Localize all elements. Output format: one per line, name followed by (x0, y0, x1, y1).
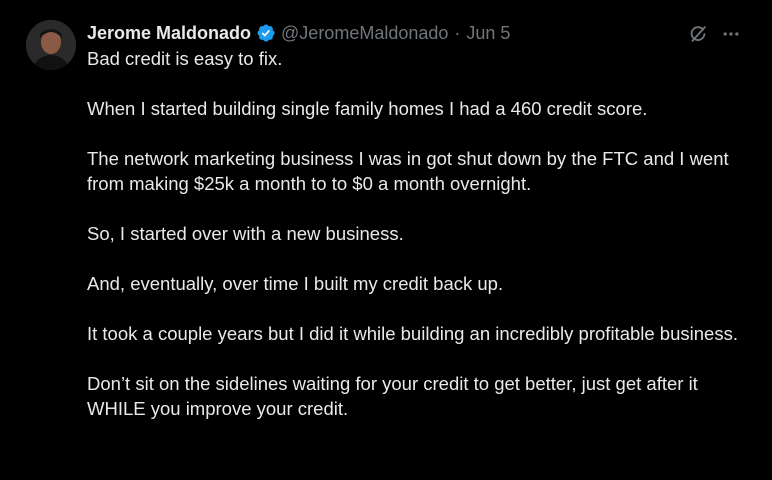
tweet-paragraph: Don’t sit on the sidelines waiting for y… (87, 373, 698, 419)
tweet-date[interactable]: Jun 5 (466, 23, 510, 44)
tweet-paragraph: It took a couple years but I did it whil… (87, 323, 738, 344)
tweet-paragraph: Bad credit is easy to fix. (87, 48, 283, 69)
author-handle[interactable]: @JeromeMaldonado (281, 23, 448, 44)
verified-badge-icon[interactable] (256, 23, 276, 43)
tweet-header: Jerome Maldonado @JeromeMaldonado · Jun … (87, 21, 510, 45)
separator-dot: · (454, 22, 461, 43)
avatar-image (26, 20, 76, 70)
more-options-icon[interactable] (718, 22, 744, 46)
author-name[interactable]: Jerome Maldonado (87, 23, 251, 44)
tweet-paragraph: The network marketing business I was in … (87, 148, 729, 194)
tweet-paragraph: And, eventually, over time I built my cr… (87, 273, 504, 294)
tweet-paragraph: So, I started over with a new business. (87, 223, 404, 244)
avatar[interactable] (26, 20, 76, 70)
tweet-text: Bad credit is easy to fix. When I starte… (87, 46, 757, 421)
tweet-paragraph: When I started building single family ho… (87, 98, 648, 119)
tweet[interactable]: Jerome Maldonado @JeromeMaldonado · Jun … (0, 0, 772, 480)
grok-icon[interactable] (686, 22, 710, 46)
